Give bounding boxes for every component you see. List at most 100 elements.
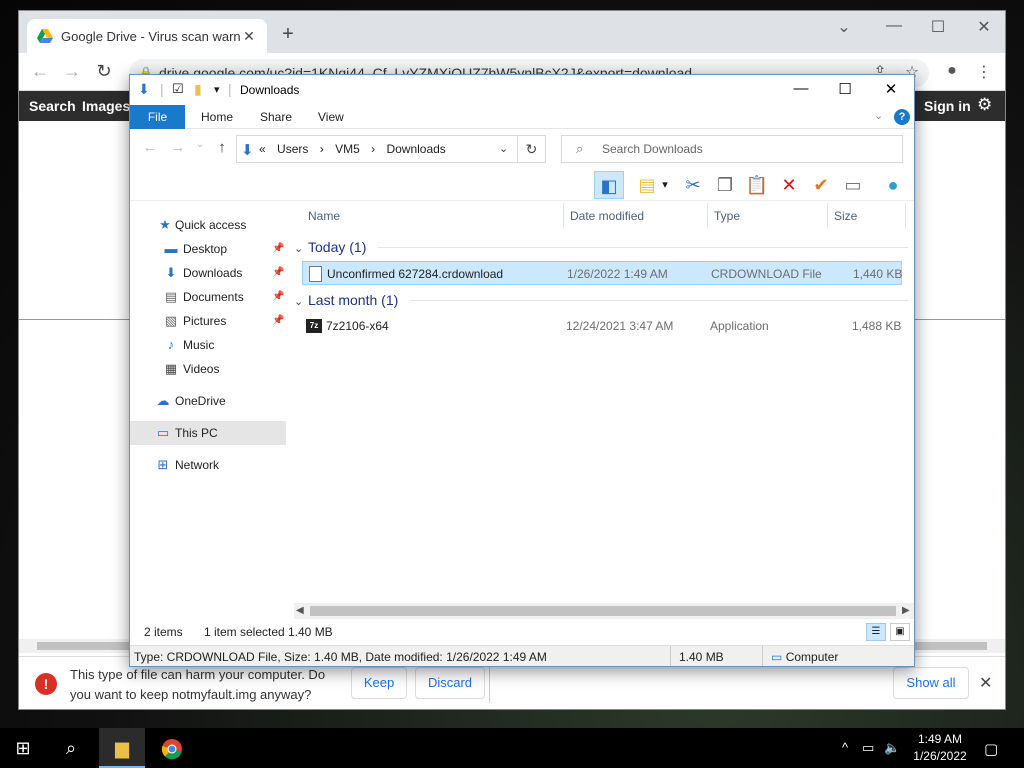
forward-icon[interactable]: → [168, 139, 188, 156]
tab-file[interactable]: File [130, 105, 185, 129]
nav-label: Desktop [183, 242, 228, 256]
maximize-icon[interactable]: ☐ [830, 80, 860, 98]
new-folder-icon[interactable]: ▮ [194, 81, 202, 98]
file-list-horizontal-scrollbar[interactable]: ◀ ▶ [294, 603, 914, 619]
expand-ribbon-icon[interactable]: ⌄ [874, 109, 883, 122]
show-hidden-icons-icon[interactable]: ^ [842, 740, 848, 755]
maximize-icon[interactable]: ☐ [923, 17, 953, 37]
column-header-type[interactable]: Type [708, 203, 828, 229]
breadcrumb-overflow[interactable]: « [259, 142, 266, 156]
copy-icon[interactable]: ❐ [710, 171, 740, 199]
breadcrumb-separator[interactable]: › [320, 142, 324, 156]
tab-view[interactable]: View [304, 105, 358, 129]
column-header-name[interactable]: Name [302, 203, 564, 229]
address-dropdown-icon[interactable]: ⌄ [499, 142, 508, 155]
large-icons-view-icon[interactable]: ▣ [890, 623, 910, 641]
globe-icon[interactable]: ● [878, 171, 908, 199]
tab-search-icon[interactable]: ⌄ [829, 17, 859, 37]
windows-start-icon[interactable]: ⊞ [0, 728, 46, 768]
keep-button[interactable]: Keep [351, 667, 407, 699]
settings-gear-icon[interactable]: ⚙ [977, 95, 992, 115]
properties-icon[interactable]: ☑ [172, 81, 184, 97]
address-bar[interactable]: ⬇ « Users › VM5 › Downloads ⌄ [236, 135, 518, 163]
breadcrumb-downloads[interactable]: Downloads [386, 142, 445, 156]
up-icon[interactable]: ↑ [212, 139, 232, 156]
delete-icon[interactable]: ✕ [774, 171, 804, 199]
ribbon-tabs: File Home Share View ⌄ ? [130, 105, 914, 129]
download-folder-icon: ⬇ [138, 81, 150, 97]
nav-videos[interactable]: ▦ Videos [130, 357, 286, 381]
nav-onedrive[interactable]: ☁ OneDrive [130, 389, 286, 413]
toolbar: ◧ ▤ ▾ ✂ ❐ 📋 ✕ ✔ ▭ ● [130, 169, 914, 201]
tab-share[interactable]: Share [246, 105, 306, 129]
search-link[interactable]: Search [29, 98, 76, 114]
paste-icon[interactable]: 📋 [742, 171, 772, 199]
profile-avatar-icon[interactable]: ● [941, 62, 963, 80]
file-row[interactable]: 7z 7z2106-x64 12/24/2021 3:47 AM Applica… [302, 314, 902, 338]
tab-home[interactable]: Home [187, 105, 247, 129]
chrome-taskbar-icon[interactable] [149, 728, 195, 768]
file-row[interactable]: Unconfirmed 627284.crdownload 1/26/2022 … [302, 261, 902, 285]
group-header-last-month[interactable]: ⌄ Last month (1) [294, 288, 908, 312]
minimize-icon[interactable]: — [786, 80, 816, 97]
breadcrumb-vm5[interactable]: VM5 [335, 142, 360, 156]
taskbar: ⊞ ⌕ ▆ ^ ▭ 🔈 1:49 AM 1/26/2022 ▢ [0, 728, 1024, 768]
images-link[interactable]: Images [82, 98, 130, 114]
open-dropdown-icon[interactable]: ▾ [656, 171, 674, 199]
network-status-icon[interactable]: ▭ [862, 740, 874, 756]
menu-kebab-icon[interactable]: ⋮ [973, 62, 995, 82]
clock-date: 1/26/2022 [913, 749, 967, 763]
sign-in-link[interactable]: Sign in [924, 98, 971, 114]
new-tab-icon[interactable]: + [277, 23, 299, 45]
search-input[interactable]: ⌕ Search Downloads [561, 135, 903, 163]
help-icon[interactable]: ? [894, 109, 910, 125]
properties-icon[interactable]: ▭ [838, 171, 868, 199]
details-view-icon[interactable]: ☰ [866, 623, 886, 641]
close-window-icon[interactable]: ✕ [969, 17, 999, 37]
reload-icon[interactable]: ↻ [93, 61, 115, 82]
file-size: 1,488 KB [852, 319, 902, 333]
file-explorer-taskbar-icon[interactable]: ▆ [99, 728, 145, 768]
nav-quick-access[interactable]: ★ Quick access [130, 213, 286, 237]
quick-access-toolbar-dropdown-icon[interactable]: ▾ [214, 83, 220, 96]
refresh-icon[interactable]: ↻ [518, 135, 546, 163]
minimize-icon[interactable]: — [879, 17, 909, 35]
search-icon[interactable]: ⌕ [48, 728, 94, 768]
recent-locations-icon[interactable]: ⌄ [190, 139, 210, 150]
browser-tab[interactable]: Google Drive - Virus scan warnin ✕ [27, 19, 267, 53]
breadcrumb-separator[interactable]: › [371, 142, 375, 156]
scroll-left-icon[interactable]: ◀ [296, 603, 304, 619]
nav-this-pc[interactable]: ▭ This PC [130, 421, 286, 445]
column-header-date[interactable]: Date modified [564, 203, 708, 229]
nav-network[interactable]: ⊞ Network [130, 453, 286, 477]
back-icon[interactable]: ← [29, 61, 51, 82]
rename-check-icon[interactable]: ✔ [806, 171, 836, 199]
nav-downloads[interactable]: ⬇ Downloads 📌 [130, 261, 286, 285]
column-header-size[interactable]: Size [828, 203, 906, 229]
notifications-icon[interactable]: ▢ [984, 740, 998, 758]
show-all-button[interactable]: Show all [893, 667, 969, 699]
file-date: 1/26/2022 1:49 AM [567, 267, 668, 281]
back-icon[interactable]: ← [140, 139, 160, 156]
discard-button[interactable]: Discard [415, 667, 485, 699]
breadcrumb-users[interactable]: Users [277, 142, 308, 156]
cut-icon[interactable]: ✂ [678, 171, 708, 199]
download-warning-message: This type of file can harm your computer… [70, 667, 326, 702]
nav-music[interactable]: ♪ Music [130, 333, 286, 357]
group-header-today[interactable]: ⌄ Today (1) [294, 235, 908, 259]
forward-icon[interactable]: → [61, 61, 83, 82]
scrollbar-thumb[interactable] [310, 606, 896, 616]
music-icon: ♪ [167, 337, 175, 352]
scroll-right-icon[interactable]: ▶ [902, 603, 910, 619]
tab-close-icon[interactable]: ✕ [241, 28, 257, 45]
preview-pane-icon[interactable]: ◧ [594, 171, 624, 199]
volume-muted-icon[interactable]: 🔈 [884, 740, 900, 756]
close-icon[interactable]: ✕ [876, 80, 906, 98]
nav-pictures[interactable]: ▧ Pictures 📌 [130, 309, 286, 333]
nav-label: Documents [183, 290, 244, 304]
nav-desktop[interactable]: ▬ Desktop 📌 [130, 237, 286, 261]
close-download-bar-icon[interactable]: ✕ [979, 673, 992, 693]
file-details-summary: Type: CRDOWNLOAD File, Size: 1.40 MB, Da… [134, 650, 547, 664]
system-clock[interactable]: 1:49 AM 1/26/2022 [900, 731, 980, 765]
nav-documents[interactable]: ▤ Documents 📌 [130, 285, 286, 309]
